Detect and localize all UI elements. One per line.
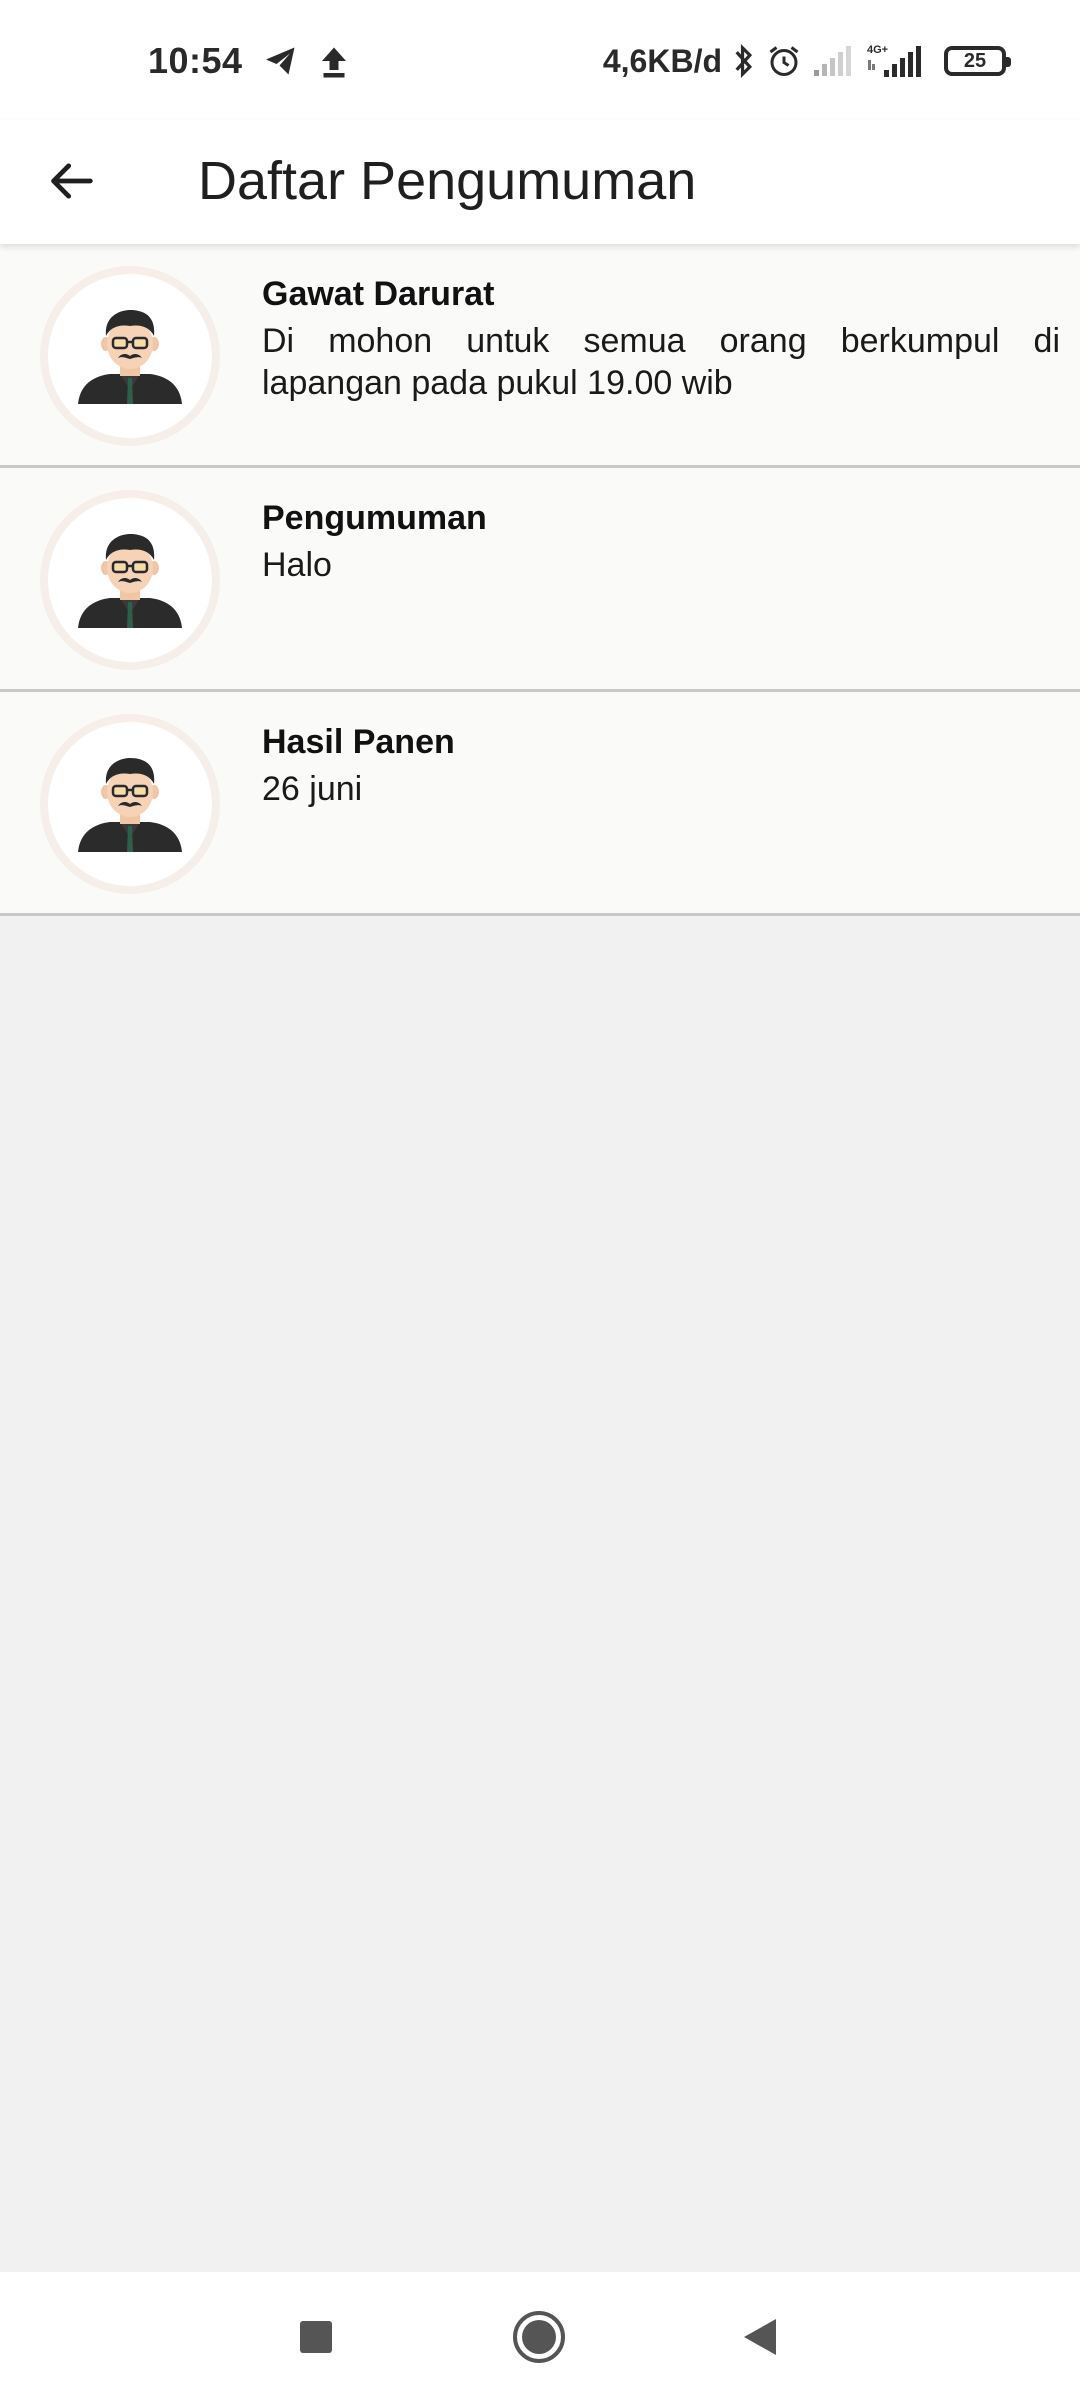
network-type-label: 4G+: [867, 44, 888, 56]
avatar: [40, 714, 220, 894]
man-avatar-icon: [76, 532, 184, 630]
back-triangle-icon: [744, 2319, 776, 2355]
status-left: 10:54: [148, 36, 349, 86]
signal-icon: [812, 44, 856, 78]
announcement-body: Di mohon untuk semua orang berkumpul di …: [262, 322, 1060, 402]
arrow-left-icon: [51, 163, 93, 199]
announcement-body: Halo: [262, 546, 332, 584]
announcement-title: Gawat Darurat: [262, 275, 495, 313]
signal-4g-icon: 4G+: [866, 42, 928, 80]
nav-back-button[interactable]: [725, 2302, 795, 2372]
announcement-item[interactable]: Gawat Darurat Di mohon untuk semua orang…: [0, 244, 1080, 468]
status-bar: 10:54 4,6KB/d 4G+ 25: [0, 0, 1080, 120]
announcement-text: Gawat Darurat Di mohon untuk semua orang…: [262, 274, 1060, 404]
announcement-item[interactable]: Hasil Panen 26 juni: [0, 692, 1080, 916]
announcement-text: Pengumuman Halo: [262, 498, 1060, 586]
home-circle-icon: [513, 2311, 565, 2363]
navigation-bar: [0, 2272, 1080, 2400]
announcement-text: Hasil Panen 26 juni: [262, 722, 1060, 810]
back-button[interactable]: [38, 146, 108, 216]
announcement-title: Hasil Panen: [262, 723, 455, 761]
bluetooth-icon: [732, 42, 756, 80]
page-title: Daftar Pengumuman: [198, 151, 697, 211]
app-bar: Daftar Pengumuman: [0, 120, 1080, 244]
man-avatar-icon: [76, 756, 184, 854]
avatar: [40, 266, 220, 446]
network-speed: 4,6KB/d: [602, 42, 722, 79]
announcement-title: Pengumuman: [262, 499, 487, 537]
announcement-item[interactable]: Pengumuman Halo: [0, 468, 1080, 692]
avatar: [40, 490, 220, 670]
battery-level: 25: [963, 49, 987, 72]
man-avatar-icon: [76, 308, 184, 406]
upload-icon: [319, 43, 349, 79]
status-time: 10:54: [148, 40, 243, 81]
announcement-body: 26 juni: [262, 770, 363, 808]
battery-icon: 25: [944, 46, 1011, 76]
recents-square-icon: [300, 2321, 332, 2353]
home-button[interactable]: [504, 2302, 574, 2372]
announcement-list: Gawat Darurat Di mohon untuk semua orang…: [0, 244, 1080, 916]
alarm-icon: [766, 43, 802, 79]
status-right: 4,6KB/d 4G+ 25: [602, 36, 1011, 86]
telegram-icon: [263, 43, 299, 79]
recents-button[interactable]: [281, 2302, 351, 2372]
